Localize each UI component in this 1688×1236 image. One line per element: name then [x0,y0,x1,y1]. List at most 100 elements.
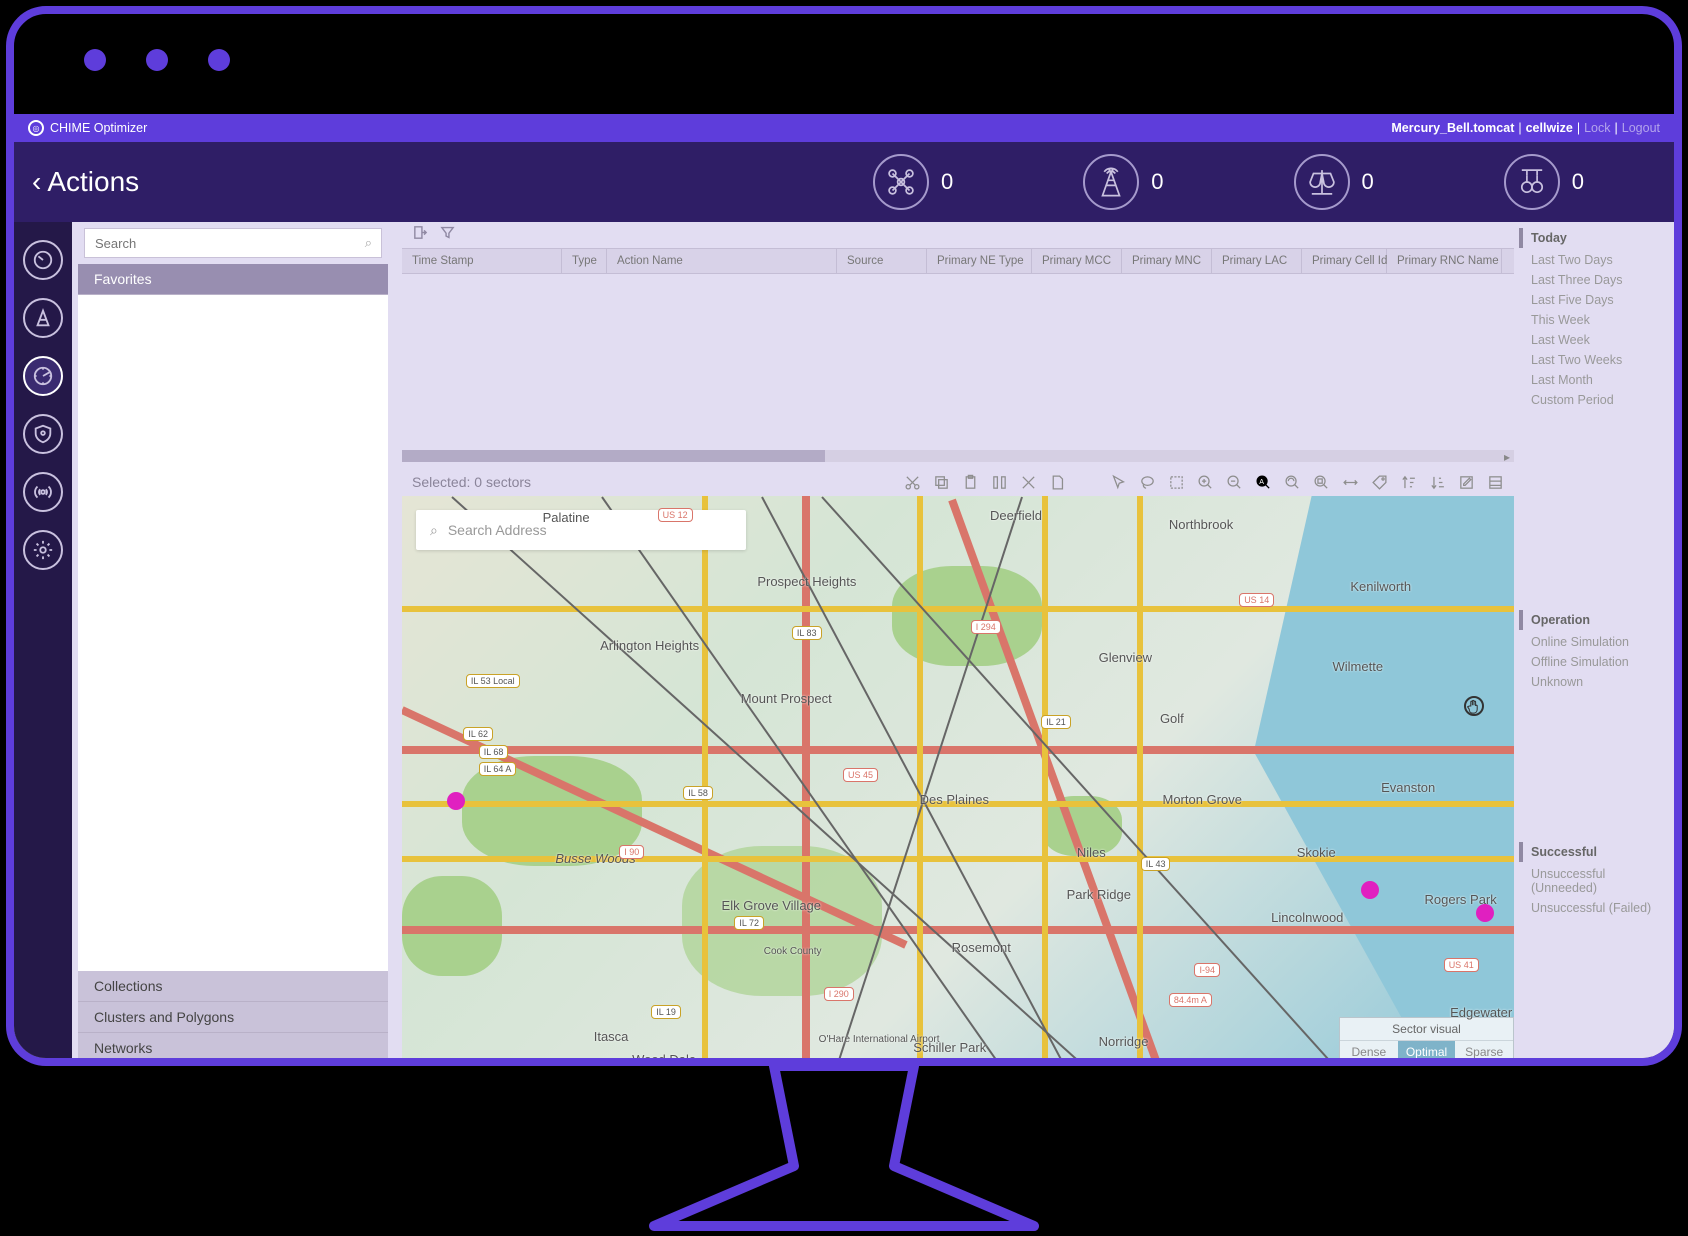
time-filter-option[interactable]: Last Five Days [1519,290,1674,310]
lasso-icon[interactable] [1139,474,1156,491]
window-dot[interactable] [146,49,168,71]
map-search-placeholder: Search Address [448,522,547,538]
antenna-icon[interactable] [23,472,63,512]
metric-3: 0 [1504,154,1584,210]
zoom-selection-icon[interactable] [1313,474,1330,491]
operation-filter-option[interactable]: Unknown [1519,672,1674,692]
map-route-shield: IL 68 [479,745,509,759]
tower-icon [1083,154,1139,210]
grid-col-header[interactable]: Primary MNC [1122,249,1212,273]
grid-col-header[interactable]: Primary NE Type [927,249,1032,273]
grid-header: Time StampTypeAction NameSourcePrimary N… [402,248,1514,274]
grid-hscroll[interactable] [402,450,1514,462]
map-marker[interactable] [447,792,465,810]
document-icon[interactable] [1049,474,1066,491]
time-filter-option[interactable]: Last Two Weeks [1519,350,1674,370]
map-marker[interactable] [1361,881,1379,899]
layers-icon[interactable] [1487,474,1504,491]
edit-icon[interactable] [1458,474,1475,491]
map-town-label: Park Ridge [1067,887,1131,902]
gear-icon[interactable] [23,530,63,570]
map-town-label: Morton Grove [1163,792,1242,807]
map-town-label: Golf [1160,711,1184,726]
time-filter-option[interactable]: Last Two Days [1519,250,1674,270]
cut-icon[interactable] [904,474,921,491]
map-route-shield: IL 19 [651,1005,681,1019]
map-town-label: Northbrook [1169,517,1233,532]
grid-col-header[interactable]: Primary LAC [1212,249,1302,273]
monitor-frame: ◎ CHIME Optimizer Mercury_Bell.tomcat | … [6,6,1682,1066]
target-icon[interactable] [23,356,63,396]
scroll-right-icon[interactable]: ▸ [1504,450,1510,464]
search-input[interactable] [84,228,382,258]
pan-icon[interactable] [1342,474,1359,491]
time-filter-option[interactable]: Last Week [1519,330,1674,350]
back-button[interactable]: ‹ Actions [14,166,139,198]
status-filter-option[interactable]: Unsuccessful (Failed) [1519,898,1674,918]
grid-body[interactable]: ▸ [402,274,1514,464]
metric-value: 0 [941,169,953,195]
paste-icon[interactable] [962,474,979,491]
accordion-favorites[interactable]: Favorites [78,264,388,295]
lock-link[interactable]: Lock [1584,121,1610,135]
crosscut-icon[interactable] [1020,474,1037,491]
grid-col-header[interactable]: Action Name [607,249,837,273]
window-dot[interactable] [84,49,106,71]
sort-asc-icon[interactable] [1400,474,1417,491]
accordion-collections[interactable]: Collections [78,971,388,1002]
time-filter-option[interactable]: Custom Period [1519,390,1674,410]
status-filter-header[interactable]: Successful [1519,842,1674,862]
zoom-in-icon[interactable] [1197,474,1214,491]
grid-col-header[interactable]: Primary MCC [1032,249,1122,273]
metric-2: 0 [1294,154,1374,210]
time-filter-header[interactable]: Today [1519,228,1674,248]
grid-col-header[interactable]: Source [837,249,927,273]
density-option[interactable]: Optimal [1398,1041,1456,1063]
map-route-shield: IL 43 [1141,857,1171,871]
map-town-label: Skokie [1297,845,1336,860]
grid-col-header[interactable]: Type [562,249,607,273]
gauge-icon[interactable] [23,240,63,280]
time-filter-option[interactable]: Last Three Days [1519,270,1674,290]
app-screen: ◎ CHIME Optimizer Mercury_Bell.tomcat | … [14,114,1674,1064]
hand-cursor-icon [1464,696,1484,716]
status-filter-option[interactable]: Unsuccessful (Unneeded) [1519,864,1674,898]
zoom-reset-icon[interactable]: A [1255,474,1272,491]
map-canvas[interactable]: ⌕ Search Address Sector visual DenseOpti… [402,496,1514,1064]
operation-filter-header[interactable]: Operation [1519,610,1674,630]
grid-col-header[interactable]: Time Stamp [402,249,562,273]
density-option[interactable]: Dense [1340,1041,1398,1063]
density-option[interactable]: Sparse [1455,1041,1513,1063]
user-name: Mercury_Bell.tomcat [1391,121,1514,135]
select-rect-icon[interactable] [1168,474,1185,491]
columns-icon[interactable] [991,474,1008,491]
shield-icon[interactable] [23,414,63,454]
sort-desc-icon[interactable] [1429,474,1446,491]
logout-link[interactable]: Logout [1622,121,1660,135]
accordion-clusters[interactable]: Clusters and Polygons [78,1002,388,1033]
window-dot[interactable] [208,49,230,71]
tower-nav-icon[interactable] [23,298,63,338]
export-icon[interactable] [412,224,429,246]
grid-col-header[interactable]: Primary RNC Name [1387,249,1502,273]
accordion-networks[interactable]: Networks [78,1033,388,1064]
copy-icon[interactable] [933,474,950,491]
zoom-out-icon[interactable] [1226,474,1243,491]
pointer-icon[interactable] [1110,474,1127,491]
brand-logo-icon: ◎ [28,120,44,136]
tag-icon[interactable] [1371,474,1388,491]
time-filter-option[interactable]: Last Month [1519,370,1674,390]
tenant-name: cellwize [1526,121,1573,135]
map-marker[interactable] [1476,904,1494,922]
map-town-label: Elk Grove Village [722,898,821,913]
zoom-fit-icon[interactable] [1284,474,1301,491]
filter-icon[interactable] [439,224,456,246]
operation-filter-option[interactable]: Online Simulation [1519,632,1674,652]
time-filter-option[interactable]: This Week [1519,310,1674,330]
operation-filter-option[interactable]: Offline Simulation [1519,652,1674,672]
map-route-shield: IL 21 [1041,715,1071,729]
map-route-shield: IL 72 [734,916,764,930]
right-panel: Today Last Two DaysLast Three DaysLast F… [1519,222,1674,1064]
map-area: Selected: 0 sectors [402,468,1514,1064]
grid-col-header[interactable]: Primary Cell Id [1302,249,1387,273]
